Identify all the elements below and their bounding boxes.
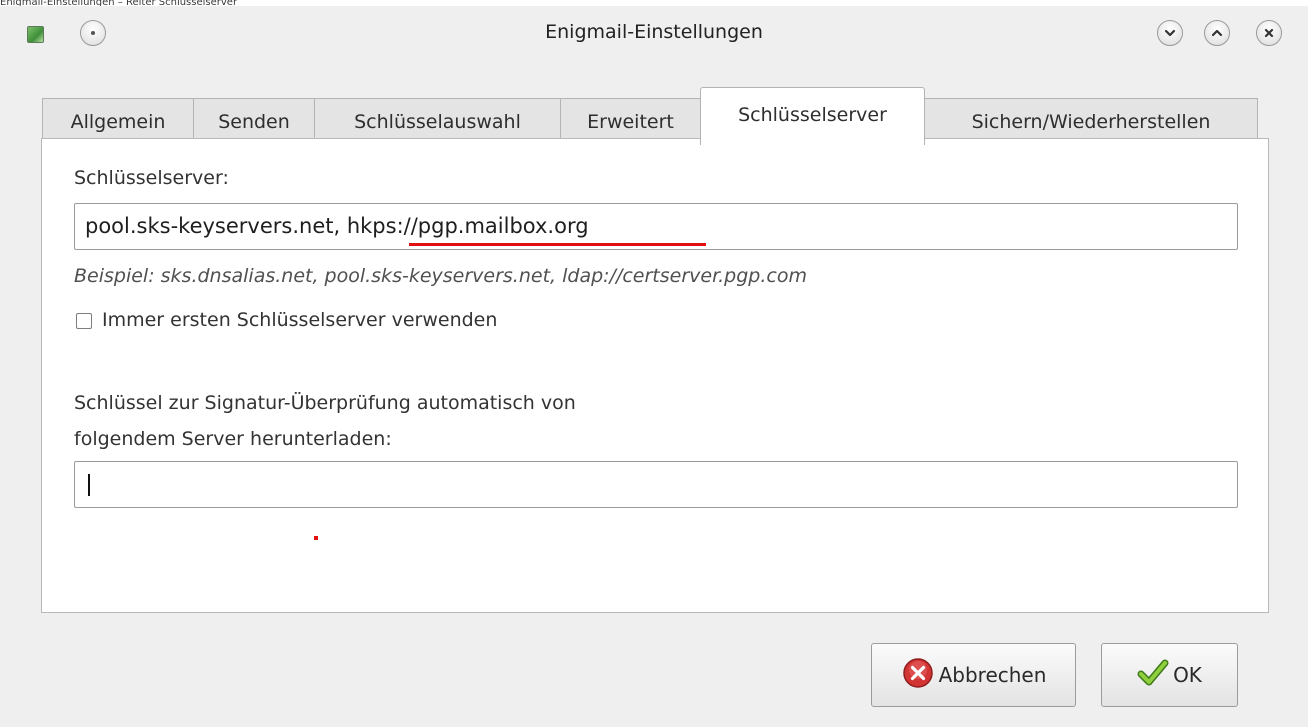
keyserver-panel: Schlüsselserver: pool.sks-keyservers.net… [41,138,1269,613]
keyserver-value-part1: pool.sks-keyservers.net, [85,214,347,238]
checkmark-icon [1137,657,1169,694]
cancel-button[interactable]: Abbrechen [871,643,1076,707]
chevron-up-icon[interactable] [1204,20,1230,46]
ok-button-label: OK [1173,663,1202,687]
cancel-icon [901,656,935,695]
annotation-dot [314,536,318,540]
close-icon[interactable] [1256,20,1282,46]
always-first-checkbox[interactable] [76,313,92,329]
title-bar: Enigmail-Einstellungen [0,6,1308,56]
keyserver-value-part2: hkps://pgp.mailbox.org [346,214,589,238]
window-title: Enigmail-Einstellungen [545,21,763,43]
autodownload-label-line1: Schlüssel zur Signatur-Überprüfung autom… [74,392,576,414]
ok-button[interactable]: OK [1101,643,1238,707]
tab-schluesselserver[interactable]: Schlüsselserver [700,87,925,145]
text-caret [88,474,90,496]
preferences-dialog: Enigmail-Einstellungen Allgemein Senden … [0,6,1308,727]
autodownload-label-line2: folgendem Server herunterladen: [74,428,392,450]
keyserver-example: Beispiel: sks.dnsalias.net, pool.sks-key… [74,265,807,287]
cancel-button-label: Abbrechen [938,663,1047,687]
autodownload-server-input[interactable] [74,461,1238,508]
chevron-down-icon[interactable] [1157,20,1183,46]
annotation-underline [409,243,706,246]
always-first-label[interactable]: Immer ersten Schlüsselserver verwenden [102,308,497,332]
keyserver-label: Schlüsselserver: [74,167,229,189]
